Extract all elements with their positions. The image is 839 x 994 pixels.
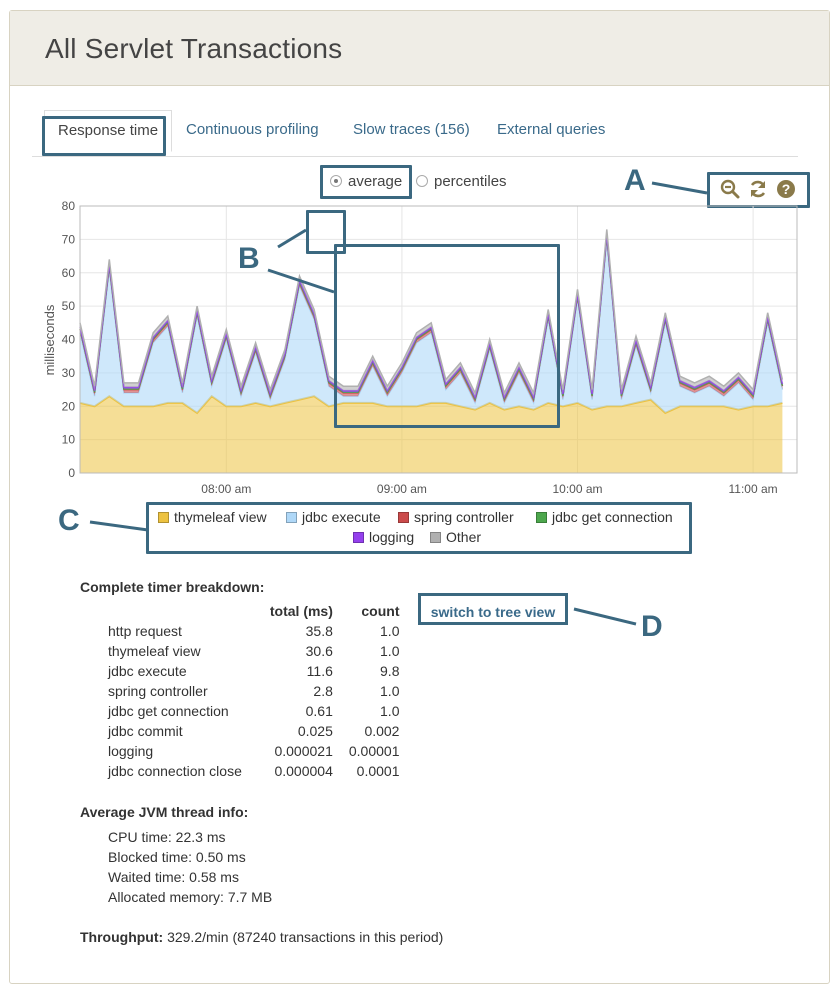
- page-title: All Servlet Transactions: [45, 33, 343, 64]
- y-tick-label: 10: [62, 433, 76, 447]
- breakdown-row: thymeleaf view 30.6 1.0: [100, 641, 407, 661]
- callout-c: C: [58, 504, 80, 537]
- breakdown-cell-name: thymeleaf view: [108, 643, 201, 659]
- breakdown-row: spring controller 2.8 1.0: [100, 681, 407, 701]
- x-tick-label: 10:00 am: [552, 482, 602, 496]
- switch-to-tree-view-button[interactable]: switch to tree view: [418, 593, 568, 625]
- card-header: All Servlet Transactions: [10, 11, 829, 86]
- tab-slow-traces[interactable]: Slow traces (156): [340, 110, 483, 150]
- callout-d: D: [641, 610, 663, 643]
- breakdown-row: jdbc commit 0.025 0.002: [100, 721, 407, 741]
- breakdown-row: logging 0.000021 0.00001: [100, 741, 407, 761]
- breakdown-row: jdbc connection close 0.000004 0.0001: [100, 761, 407, 781]
- highlight-response-time-tab: [42, 116, 166, 156]
- breakdown-cell-total: 0.025: [297, 723, 333, 739]
- x-tick-label: 08:00 am: [201, 482, 251, 496]
- breakdown-row: jdbc get connection 0.61 1.0: [100, 701, 407, 721]
- breakdown-cell-total: 0.000004: [274, 763, 333, 779]
- y-tick-label: 0: [68, 466, 75, 480]
- breakdown-row: http request 35.8 1.0: [100, 621, 407, 641]
- breakdown-cell-name: jdbc get connection: [108, 703, 229, 719]
- breakdown-cell-total: 11.6: [306, 663, 333, 679]
- y-tick-label: 50: [62, 299, 76, 313]
- breakdown-cell-name: jdbc commit: [108, 723, 183, 739]
- x-tick-label: 11:00 am: [729, 482, 778, 496]
- breakdown-table: total (ms) count http request 35.8 1.0 thym…: [100, 601, 407, 781]
- breakdown-cell-count: 1.0: [380, 703, 400, 719]
- highlight-average-radio: [320, 165, 412, 199]
- breakdown-cell-count: 1.0: [380, 643, 400, 659]
- breakdown-cell-total: 0.61: [305, 703, 333, 719]
- mode-percentiles-option[interactable]: percentiles: [416, 173, 507, 190]
- breakdown-row: jdbc execute 11.6 9.8: [100, 661, 407, 681]
- throughput: Throughput: 329.2/min (87240 transaction…: [80, 929, 443, 945]
- jvm-waited-time: Waited time: 0.58 ms: [108, 869, 239, 885]
- tab-continuous-profiling[interactable]: Continuous profiling: [173, 110, 332, 150]
- breakdown-cell-name: spring controller: [108, 683, 208, 699]
- breakdown-cell-name: logging: [108, 743, 154, 759]
- breakdown-cell-count: 1.0: [380, 623, 400, 639]
- jvm-title: Average JVM thread info:: [80, 804, 249, 820]
- percentiles-label: percentiles: [434, 173, 507, 190]
- breakdown-cell-count: 0.002: [364, 723, 400, 739]
- callout-b: B: [238, 242, 260, 275]
- percentiles-radio[interactable]: [416, 175, 428, 187]
- breakdown-cell-name: jdbc execute: [108, 663, 187, 679]
- breakdown-header-count: count: [361, 603, 400, 619]
- x-tick-label: 09:00 am: [377, 482, 427, 496]
- breakdown-cell-total: 35.8: [305, 623, 333, 639]
- jvm-cpu-time: CPU time: 22.3 ms: [108, 829, 226, 845]
- highlight-legend: [146, 502, 692, 554]
- y-tick-label: 80: [62, 199, 76, 213]
- highlight-zoom-region: [334, 244, 560, 428]
- throughput-label: Throughput:: [80, 929, 164, 945]
- breakdown-cell-total: 2.8: [313, 683, 333, 699]
- y-axis-label: milliseconds: [42, 304, 57, 375]
- y-tick-label: 40: [62, 333, 76, 347]
- breakdown-header-name: [100, 601, 262, 621]
- breakdown-cell-count: 1.0: [380, 683, 400, 699]
- breakdown-cell-count: 0.00001: [348, 743, 400, 759]
- breakdown-cell-count: 0.0001: [356, 763, 400, 779]
- breakdown-cell-count: 9.8: [380, 663, 400, 679]
- callout-a: A: [624, 164, 646, 197]
- breakdown-cell-total: 30.6: [305, 643, 333, 659]
- breakdown-cell-name: jdbc connection close: [108, 763, 242, 779]
- throughput-value: 329.2/min (87240 transactions in this pe…: [167, 929, 444, 945]
- y-tick-label: 60: [62, 266, 76, 280]
- breakdown-title: Complete timer breakdown:: [80, 579, 265, 595]
- tab-external-queries[interactable]: External queries: [484, 110, 618, 150]
- y-tick-label: 20: [62, 399, 76, 413]
- y-tick-label: 30: [62, 366, 76, 380]
- y-tick-label: 70: [62, 232, 76, 246]
- jvm-blocked-time: Blocked time: 0.50 ms: [108, 849, 246, 865]
- breakdown-header-total: total (ms): [269, 603, 333, 619]
- jvm-allocated-memory: Allocated memory: 7.7 MB: [108, 889, 273, 905]
- breakdown-cell-total: 0.000021: [274, 743, 333, 759]
- breakdown-cell-name: http request: [108, 623, 182, 639]
